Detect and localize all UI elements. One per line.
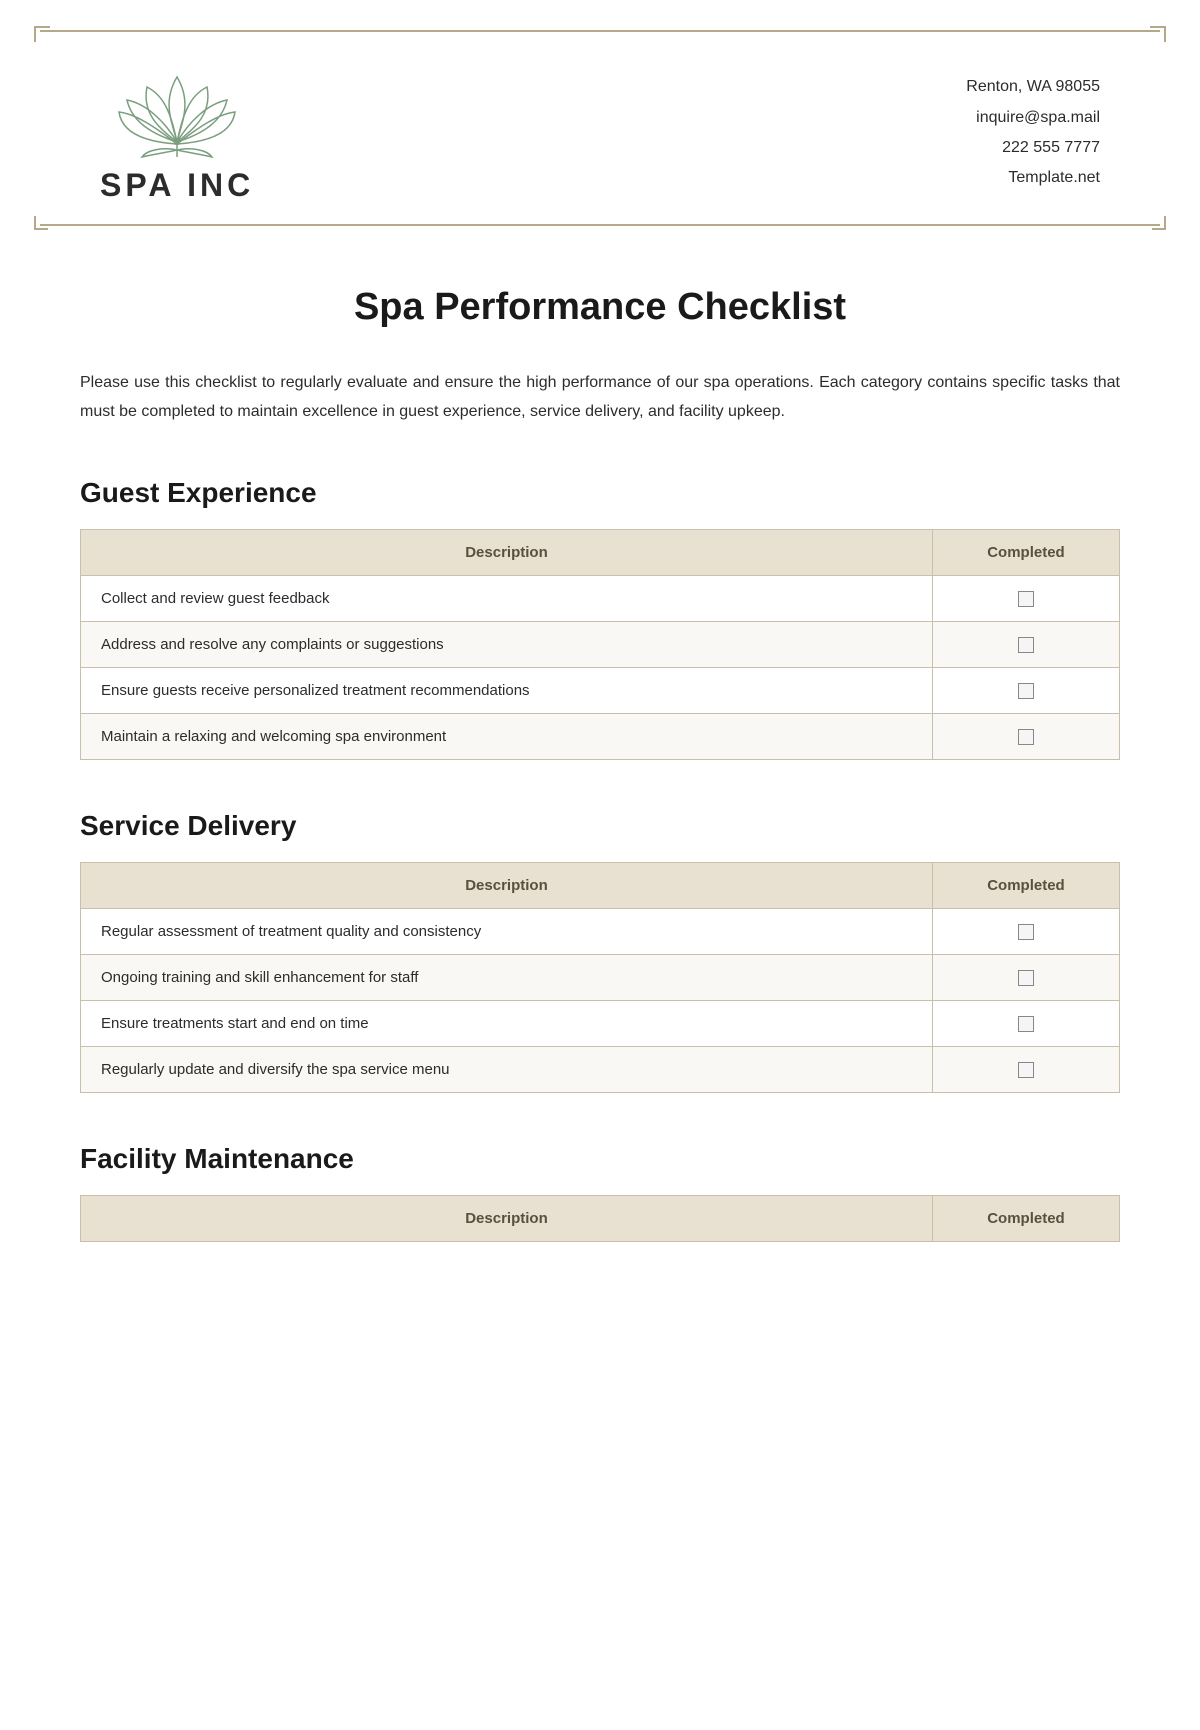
checkbox-icon[interactable] bbox=[1018, 591, 1034, 607]
table-row: Ongoing training and skill enhancement f… bbox=[81, 954, 1120, 1000]
company-name: SPA INC bbox=[100, 167, 254, 204]
row-description: Collect and review guest feedback bbox=[81, 575, 933, 621]
section-title-guest: Guest Experience bbox=[80, 477, 1120, 509]
main-content: Spa Performance Checklist Please use thi… bbox=[0, 226, 1200, 1352]
row-checkbox[interactable] bbox=[932, 954, 1119, 1000]
table-row: Regular assessment of treatment quality … bbox=[81, 908, 1120, 954]
checkbox-icon[interactable] bbox=[1018, 1016, 1034, 1032]
checkbox-icon[interactable] bbox=[1018, 1062, 1034, 1078]
row-description: Ongoing training and skill enhancement f… bbox=[81, 954, 933, 1000]
row-description: Address and resolve any complaints or su… bbox=[81, 621, 933, 667]
row-checkbox[interactable] bbox=[932, 713, 1119, 759]
header: SPA INC Renton, WA 98055 inquire@spa.mai… bbox=[40, 30, 1160, 226]
section-title-service: Service Delivery bbox=[80, 810, 1120, 842]
checkbox-icon[interactable] bbox=[1018, 683, 1034, 699]
table-row: Regularly update and diversify the spa s… bbox=[81, 1046, 1120, 1092]
row-description: Regularly update and diversify the spa s… bbox=[81, 1046, 933, 1092]
table-row: Ensure guests receive personalized treat… bbox=[81, 667, 1120, 713]
guest-desc-header: Description bbox=[81, 529, 933, 575]
service-delivery-table: Description Completed Regular assessment… bbox=[80, 862, 1120, 1093]
checkbox-icon[interactable] bbox=[1018, 637, 1034, 653]
table-row: Collect and review guest feedback bbox=[81, 575, 1120, 621]
row-description: Maintain a relaxing and welcoming spa en… bbox=[81, 713, 933, 759]
row-description: Ensure guests receive personalized treat… bbox=[81, 667, 933, 713]
facility-table: Description Completed bbox=[80, 1195, 1120, 1242]
lotus-icon bbox=[117, 62, 237, 162]
row-checkbox[interactable] bbox=[932, 621, 1119, 667]
row-checkbox[interactable] bbox=[932, 908, 1119, 954]
facility-desc-header: Description bbox=[81, 1195, 933, 1241]
guest-completed-header: Completed bbox=[932, 529, 1119, 575]
row-checkbox[interactable] bbox=[932, 667, 1119, 713]
row-checkbox[interactable] bbox=[932, 575, 1119, 621]
table-row: Ensure treatments start and end on time bbox=[81, 1000, 1120, 1046]
row-description: Ensure treatments start and end on time bbox=[81, 1000, 933, 1046]
row-checkbox[interactable] bbox=[932, 1046, 1119, 1092]
checkbox-icon[interactable] bbox=[1018, 924, 1034, 940]
email: inquire@spa.mail bbox=[966, 103, 1100, 133]
phone: 222 555 7777 bbox=[966, 133, 1100, 163]
table-row: Address and resolve any complaints or su… bbox=[81, 621, 1120, 667]
checkbox-icon[interactable] bbox=[1018, 729, 1034, 745]
logo-section: SPA INC bbox=[100, 62, 254, 204]
facility-completed-header: Completed bbox=[932, 1195, 1119, 1241]
website: Template.net bbox=[966, 163, 1100, 193]
table-row: Maintain a relaxing and welcoming spa en… bbox=[81, 713, 1120, 759]
section-title-facility: Facility Maintenance bbox=[80, 1143, 1120, 1175]
page-title: Spa Performance Checklist bbox=[80, 286, 1120, 329]
service-completed-header: Completed bbox=[932, 862, 1119, 908]
row-checkbox[interactable] bbox=[932, 1000, 1119, 1046]
checkbox-icon[interactable] bbox=[1018, 970, 1034, 986]
service-desc-header: Description bbox=[81, 862, 933, 908]
guest-experience-table: Description Completed Collect and review… bbox=[80, 529, 1120, 760]
intro-text: Please use this checklist to regularly e… bbox=[80, 369, 1120, 427]
contact-info: Renton, WA 98055 inquire@spa.mail 222 55… bbox=[966, 72, 1100, 194]
address: Renton, WA 98055 bbox=[966, 72, 1100, 102]
row-description: Regular assessment of treatment quality … bbox=[81, 908, 933, 954]
